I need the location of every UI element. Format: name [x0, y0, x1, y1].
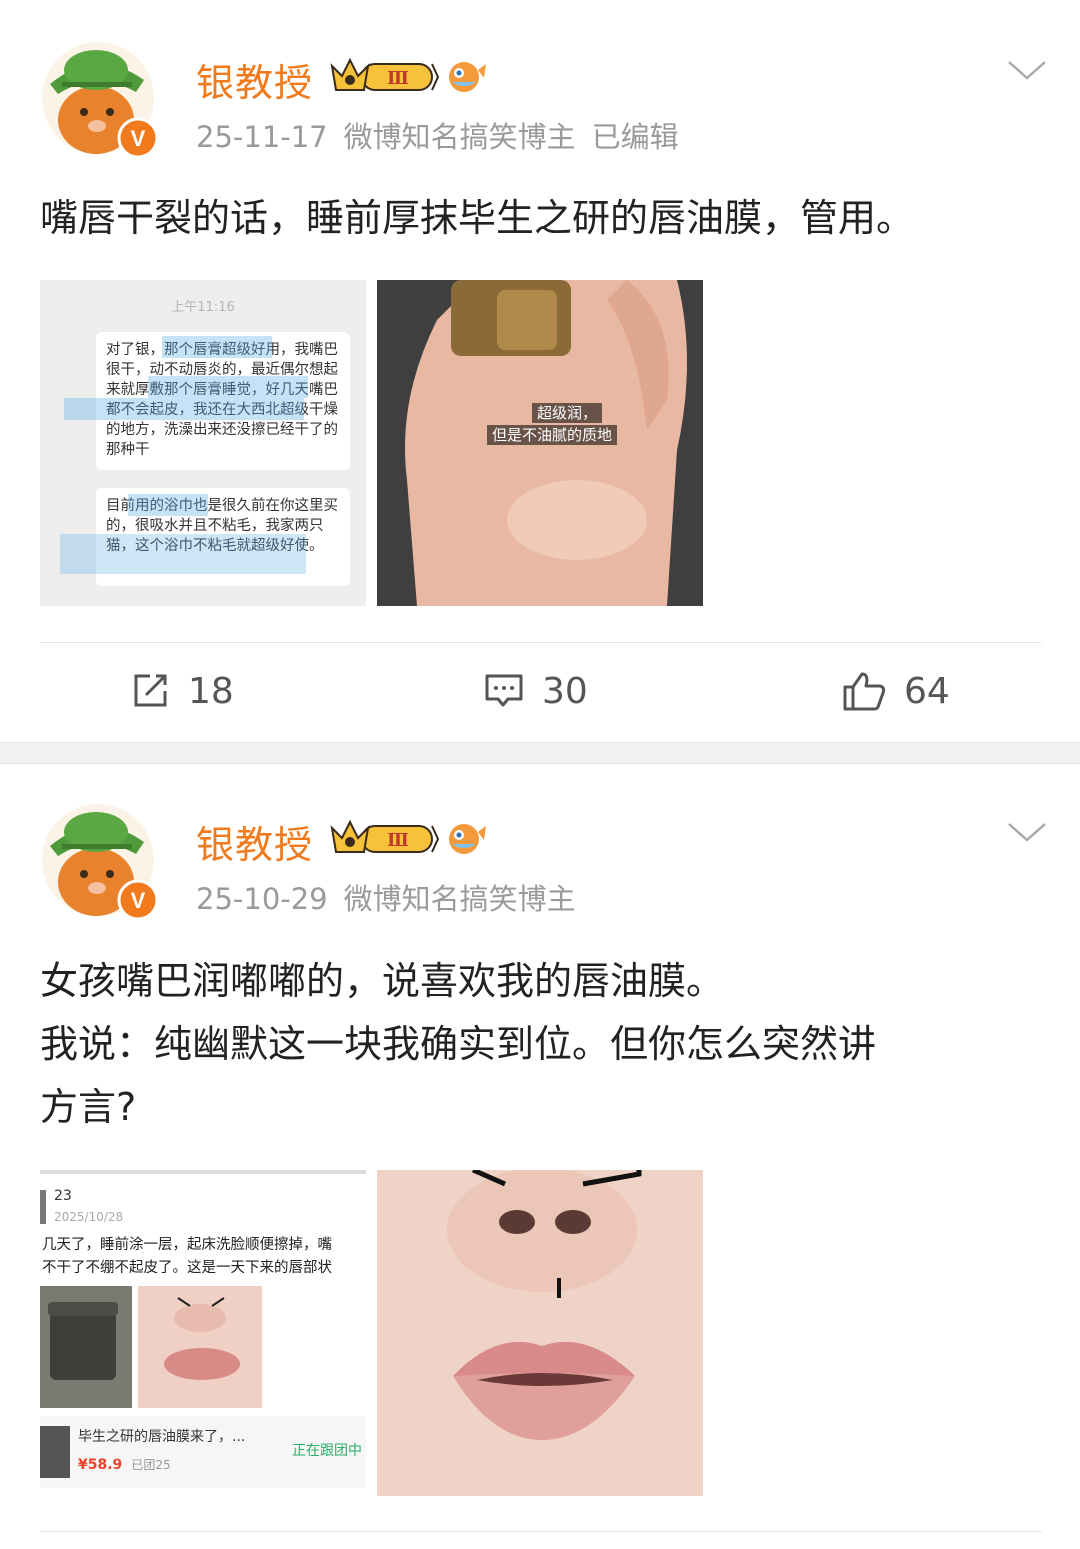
- svg-text:V: V: [131, 888, 146, 913]
- image-caption: 超级润， 但是不油腻的质地: [487, 402, 618, 446]
- author-tag: 微博知名搞笑博主: [343, 882, 576, 916]
- post-text-line: 方言?: [40, 1085, 137, 1129]
- avatar-image: V: [42, 42, 159, 159]
- pufferfish-badge-icon: [449, 824, 486, 854]
- like-button[interactable]: 64: [842, 666, 950, 716]
- weibo-post-1: V 银教授 Ⅲ 25-11-17 微博知名搞笑博主 已编辑 嘴唇干裂的话，睡前厚…: [0, 0, 1080, 742]
- post-separator: [0, 742, 1080, 764]
- post-image-chat-screenshot[interactable]: 上午11:16 对了银，那个唇膏超级好用，我嘴巴很干，动不动唇炎的，最近偶尔想起…: [40, 280, 366, 606]
- chat-time: 上午11:16: [171, 300, 235, 315]
- user-badges[interactable]: Ⅲ: [328, 814, 488, 862]
- author-name[interactable]: 银教授: [196, 52, 313, 107]
- product-price-row: ¥58.9 已团25: [78, 1454, 171, 1473]
- post-image-lips[interactable]: [377, 1170, 703, 1496]
- product-title: 毕生之研的唇油膜来了，...: [78, 1429, 246, 1445]
- product-sold: 已团25: [131, 1458, 171, 1472]
- author-tag: 微博知名搞笑博主: [343, 120, 576, 154]
- user-badges[interactable]: Ⅲ: [328, 52, 488, 100]
- post-date[interactable]: 25-11-17: [196, 120, 328, 154]
- post-image-review-screenshot[interactable]: 23 2025/10/28 几天了，睡前涂一层，起床洗脸顺便擦掉，嘴 不干了不绷…: [40, 1170, 366, 1496]
- avatar[interactable]: V: [40, 40, 159, 159]
- chevron-down-icon[interactable]: [1006, 820, 1048, 844]
- post-date[interactable]: 25-10-29: [196, 882, 328, 916]
- comment-count: 30: [542, 670, 588, 712]
- chat-bubble-text: 目前用的浴巾也是很久前在你这里买的，很吸水并且不粘毛，我家两只猫，这个浴巾不粘毛…: [106, 498, 338, 554]
- caption-line: 但是不油腻的质地: [487, 425, 618, 445]
- svg-text:V: V: [131, 126, 146, 151]
- review-photos: [40, 1286, 262, 1408]
- group-buy-card[interactable]: 毕生之研的唇油膜来了，... ¥58.9 已团25 正在跟团中: [40, 1416, 366, 1488]
- post-text: 嘴唇干裂的话，睡前厚抹毕生之研的唇油膜，管用。: [40, 187, 1050, 250]
- reviewer-name: 23: [54, 1188, 72, 1204]
- chevron-down-icon[interactable]: [1006, 58, 1048, 82]
- product-thumbnail: [40, 1426, 70, 1478]
- post-text: 女孩嘴巴润嘟嘟的，说喜欢我的唇油膜。 我说：纯幽默这一块我确实到位。但你怎么突然…: [40, 950, 1050, 1139]
- weibo-post-2: V 银教授 Ⅲ 25-10-29 微博知名搞笑博主 女孩嘴巴润嘟嘟的，说喜欢我的…: [0, 764, 1080, 1549]
- review-text-line: 不干了不绷不起皮了。这是一天下来的唇部状: [42, 1260, 332, 1276]
- pufferfish-badge-icon: [449, 62, 486, 92]
- author-name[interactable]: 银教授: [196, 814, 313, 869]
- divider: [40, 1531, 1042, 1532]
- crown-badge-icon: Ⅲ: [330, 57, 440, 91]
- edited-label[interactable]: 已编辑: [592, 120, 679, 154]
- repost-icon: [134, 674, 167, 707]
- post-text-line: 嘴唇干裂的话，睡前厚抹毕生之研的唇油膜，管用。: [40, 196, 915, 240]
- like-count: 64: [904, 670, 950, 712]
- like-icon: [843, 672, 886, 711]
- avatar-image: V: [42, 804, 159, 921]
- svg-text:Ⅲ: Ⅲ: [387, 68, 409, 89]
- repost-button[interactable]: 18: [130, 666, 234, 716]
- comment-icon: [485, 674, 523, 707]
- post-meta: 25-10-29 微博知名搞笑博主: [196, 876, 592, 918]
- review-date: 2025/10/28: [54, 1210, 124, 1224]
- chat-bubble-text: 对了银，那个唇膏超级好用，我嘴巴很干，动不动唇炎的，最近偶尔想起来就厚敷那个唇膏…: [106, 342, 338, 458]
- post-text-line: 我说：纯幽默这一块我确实到位。但你怎么突然讲: [40, 1022, 877, 1066]
- caption-line: 超级润，: [532, 403, 603, 423]
- review-text-line: 几天了，睡前涂一层，起床洗脸顺便擦掉，嘴: [42, 1237, 332, 1253]
- repost-count: 18: [188, 670, 234, 712]
- post-image-hand[interactable]: 超级润， 但是不油腻的质地: [377, 280, 703, 606]
- review-text: 几天了，睡前涂一层，起床洗脸顺便擦掉，嘴 不干了不绷不起皮了。这是一天下来的唇部…: [42, 1234, 332, 1280]
- avatar[interactable]: V: [40, 802, 159, 921]
- post-meta: 25-11-17 微博知名搞笑博主 已编辑: [196, 114, 695, 156]
- group-buy-status: 正在跟团中: [292, 1443, 362, 1459]
- crown-badge-icon: Ⅲ: [330, 819, 440, 853]
- product-price: ¥58.9: [78, 1457, 123, 1473]
- chat-bubble: 目前用的浴巾也是很久前在你这里买的，很吸水并且不粘毛，我家两只猫，这个浴巾不粘毛…: [96, 488, 350, 586]
- post-text-line: 女孩嘴巴润嘟嘟的，说喜欢我的唇油膜。: [40, 959, 725, 1003]
- svg-text:Ⅲ: Ⅲ: [387, 830, 409, 851]
- divider: [40, 642, 1042, 643]
- reviewer-avatar: [40, 1190, 46, 1224]
- chat-bubble: 对了银，那个唇膏超级好用，我嘴巴很干，动不动唇炎的，最近偶尔想起来就厚敷那个唇膏…: [96, 332, 350, 470]
- comment-button[interactable]: 30: [484, 666, 588, 716]
